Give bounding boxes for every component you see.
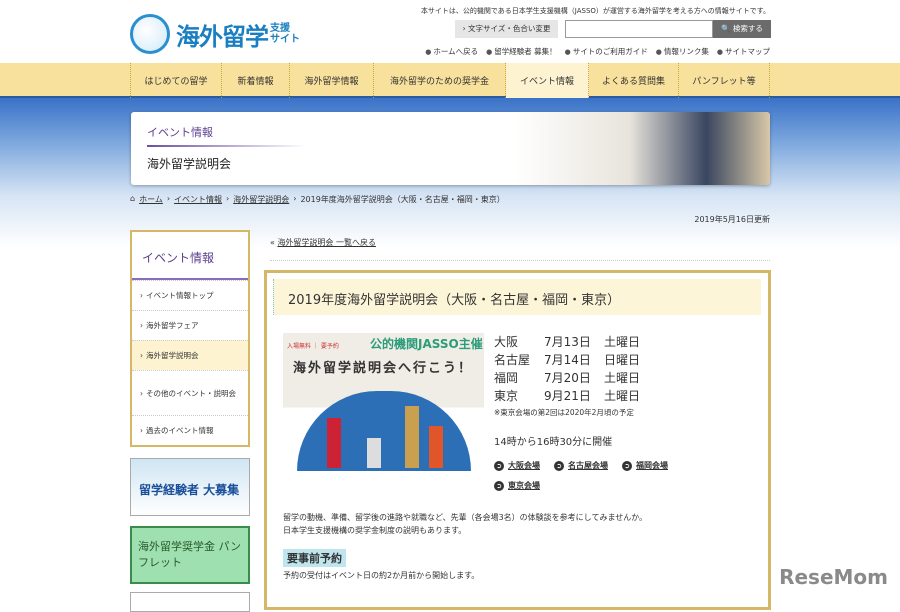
- event-title: 2019年度海外留学説明会（大阪・名古屋・福岡・東京）: [273, 279, 761, 315]
- nav-first-study[interactable]: はじめての留学: [130, 63, 222, 98]
- nav-scholarship[interactable]: 海外留学のための奨学金: [374, 63, 506, 98]
- main-nav: はじめての留学 新着情報 海外留学情報 海外留学のための奨学金 イベント情報 よ…: [0, 63, 900, 98]
- venue-link-osaka[interactable]: 大阪会場: [494, 460, 540, 471]
- sidebar-heading: イベント情報: [132, 232, 248, 280]
- search-input[interactable]: [565, 20, 713, 38]
- sidebar-item-other[interactable]: その他のイベント・説明会: [132, 370, 248, 415]
- back-link-row: « 海外留学説明会 一覧へ戻る: [270, 237, 770, 261]
- reservation-text: 予約の受付はイベント日の約2か月前から開始します。: [283, 571, 480, 580]
- sidebar: イベント情報 イベント情報トップ 海外留学フェア 海外留学説明会 その他のイベン…: [130, 230, 250, 447]
- page-title: 海外留学説明会: [147, 157, 232, 171]
- nav-study-info[interactable]: 海外留学情報: [290, 63, 374, 98]
- sidebar-item-seminar[interactable]: 海外留学説明会: [132, 340, 248, 370]
- event-poster-image: 入場無料 ｜ 要予約 公的機関JASSO主催 海外留学説明会へ行こう！: [283, 333, 484, 471]
- schedule-row: 福岡 7月20日 土曜日: [494, 371, 641, 385]
- event-description: 留学の動機、準備、留学後の進路や就職など、先輩（各会場3名）の体験談を参考にして…: [283, 513, 648, 535]
- breadcrumb: ⌂ ホーム › イベント情報 › 海外留学説明会 › 2019年度海外留学説明会（大阪…: [130, 194, 505, 205]
- util-link-sitemap[interactable]: サイトマップ: [717, 46, 770, 57]
- nav-faq[interactable]: よくある質問集: [589, 63, 679, 98]
- venue-link-tokyo[interactable]: 東京会場: [494, 480, 540, 491]
- venue-links: 大阪会場 名古屋会場 福岡会場 東京会場: [494, 460, 724, 491]
- banner-category: イベント情報: [147, 126, 213, 139]
- event-time: 14時から16時30分に開催: [494, 437, 613, 448]
- util-link-links[interactable]: 情報リンク集: [656, 46, 709, 57]
- search-button[interactable]: 🔍 検索する: [713, 20, 771, 38]
- utility-links: ホームへ戻る 留学経験者 募集！ サイトのご利用ガイド 情報リンク集 サイトマッ…: [425, 46, 770, 57]
- nav-events[interactable]: イベント情報: [506, 63, 589, 98]
- site-logo[interactable]: 海外留学 支援 サイト: [130, 14, 320, 54]
- updated-date: 2019年5月16日更新: [694, 215, 770, 224]
- util-link-guide[interactable]: サイトのご利用ガイド: [565, 46, 648, 57]
- crumb-home[interactable]: ホーム: [139, 194, 163, 205]
- scholarship-pamphlet-banner[interactable]: 海外留学奨学金 パンフレット: [130, 526, 250, 584]
- site-notice: 本サイトは、公的機関である日本学生支援機構（JASSO）が運営する海外留学を考え…: [420, 7, 770, 15]
- nav-news[interactable]: 新着情報: [222, 63, 290, 98]
- page-banner: イベント情報 海外留学説明会: [131, 112, 770, 185]
- util-link-recruit[interactable]: 留学経験者 募集！: [486, 46, 556, 57]
- watermark-logo: ReseMom: [779, 565, 888, 589]
- venue-link-fukuoka[interactable]: 福岡会場: [622, 460, 668, 471]
- sidebar-item-top[interactable]: イベント情報トップ: [132, 280, 248, 310]
- site-header: 海外留学 支援 サイト 本サイトは、公的機関である日本学生支援機構（JASSO）が運…: [0, 0, 900, 63]
- sidebar-item-past[interactable]: 過去のイベント情報: [132, 415, 248, 445]
- side-banner-3[interactable]: [130, 592, 250, 612]
- crumb-current: 2019年度海外留学説明会（大阪・名古屋・福岡・東京）: [300, 195, 505, 204]
- globe-logo-icon: [130, 14, 170, 54]
- util-link-home[interactable]: ホームへ戻る: [425, 46, 478, 57]
- schedule-note: ※東京会場の第2回は2020年2月頃の予定: [494, 408, 634, 417]
- nav-pamphlet[interactable]: パンフレット等: [679, 63, 770, 98]
- schedule-row: 東京 9月21日 土曜日: [494, 389, 641, 403]
- world-landmarks-illustration: [297, 391, 471, 471]
- crumb-events[interactable]: イベント情報: [174, 194, 222, 205]
- back-to-list-link[interactable]: 海外留学説明会 一覧へ戻る: [277, 238, 376, 247]
- reservation-heading: 要事前予約: [283, 549, 346, 567]
- sidebar-item-fair[interactable]: 海外留学フェア: [132, 310, 248, 340]
- home-icon: ⌂: [130, 194, 136, 203]
- schedule-row: 大阪 7月13日 土曜日: [494, 335, 641, 349]
- venue-link-nagoya[interactable]: 名古屋会場: [554, 460, 608, 471]
- schedule-list: 大阪 7月13日 土曜日 名古屋 7月14日 日曜日 福岡 7月20日 土曜日 東京 9月21…: [494, 333, 640, 405]
- crumb-seminar[interactable]: 海外留学説明会: [233, 194, 289, 205]
- schedule-row: 名古屋 7月14日 日曜日: [494, 353, 641, 367]
- font-size-color-button[interactable]: › 文字サイズ・色合い変更: [455, 20, 558, 38]
- recruit-banner[interactable]: 留学経験者 大募集: [130, 458, 250, 516]
